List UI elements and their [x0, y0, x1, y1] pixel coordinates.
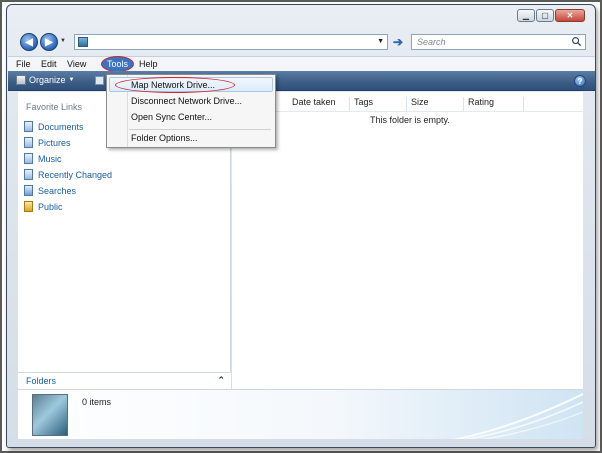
recently-changed-icon: [24, 169, 33, 180]
tools-menu-dropdown: Map Network Drive... Disconnect Network …: [106, 74, 276, 148]
favorite-public[interactable]: Public: [24, 201, 63, 212]
favorite-label: Public: [38, 201, 63, 212]
explorer-window: ▁ ▢ ✕ ◀ ▶ ▼ ▼ ➔ Search File Edit View To…: [6, 4, 596, 448]
column-date-taken[interactable]: Date taken: [288, 97, 350, 111]
maximize-button[interactable]: ▢: [536, 9, 554, 22]
go-button[interactable]: ➔: [390, 34, 406, 50]
column-size[interactable]: Size: [407, 97, 464, 111]
music-icon: [24, 153, 33, 164]
views-icon[interactable]: [95, 76, 104, 85]
favorite-label: Music: [38, 153, 62, 164]
item-count: 0 items: [82, 397, 112, 407]
menu-map-network-drive[interactable]: Map Network Drive...: [131, 80, 215, 90]
column-rating[interactable]: Rating: [464, 97, 524, 111]
decorative-swoosh: [452, 393, 583, 439]
favorite-label: Documents: [38, 121, 84, 132]
searches-icon: [24, 185, 33, 196]
documents-icon: [24, 121, 33, 132]
search-placeholder: Search: [417, 37, 446, 47]
organize-label: Organize: [29, 75, 66, 85]
menu-file[interactable]: File: [16, 59, 31, 69]
address-bar[interactable]: ▼: [74, 34, 388, 50]
search-icon[interactable]: [571, 36, 582, 47]
close-button[interactable]: ✕: [555, 9, 585, 22]
favorite-recently-changed[interactable]: Recently Changed: [24, 169, 112, 180]
command-toolbar: Organize ▼ ?: [8, 71, 595, 91]
favorite-documents[interactable]: Documents: [24, 121, 84, 132]
chevron-up-icon: ⌃: [217, 375, 225, 385]
menu-separator: [129, 129, 271, 130]
folder-thumbnail-icon: [32, 394, 68, 436]
folders-toggle[interactable]: Folders ⌃: [18, 372, 231, 389]
recent-pages-dropdown[interactable]: ▼: [60, 38, 66, 44]
minimize-icon: ▁: [522, 11, 530, 20]
favorite-label: Recently Changed: [38, 169, 113, 180]
column-tags[interactable]: Tags: [350, 97, 407, 111]
window-controls: ▁ ▢ ✕: [517, 9, 585, 22]
favorite-pictures[interactable]: Pictures: [24, 137, 71, 148]
organize-icon: [16, 75, 26, 85]
folder-location-icon: [78, 37, 88, 47]
menu-edit[interactable]: Edit: [41, 59, 57, 69]
back-button[interactable]: ◀: [20, 33, 38, 51]
search-input[interactable]: Search: [411, 34, 586, 50]
maximize-icon: ▢: [541, 11, 549, 20]
folders-label: Folders: [26, 376, 57, 386]
close-icon: ✕: [566, 11, 574, 20]
organize-button[interactable]: Organize ▼: [16, 75, 74, 85]
favorite-music[interactable]: Music: [24, 153, 62, 164]
address-dropdown-icon[interactable]: ▼: [377, 38, 384, 45]
help-icon[interactable]: ?: [574, 75, 586, 87]
forward-arrow-icon: ▶: [45, 36, 53, 48]
menu-disconnect-network-drive[interactable]: Disconnect Network Drive...: [131, 96, 242, 106]
details-pane: 0 items: [18, 389, 583, 439]
favorite-links-heading: Favorite Links: [26, 102, 83, 112]
go-arrow-icon: ➔: [392, 35, 404, 49]
favorite-label: Searches: [38, 185, 77, 196]
back-arrow-icon: ◀: [25, 36, 33, 48]
menu-tools[interactable]: Tools: [107, 59, 128, 69]
favorite-searches[interactable]: Searches: [24, 185, 76, 196]
file-list-pane: Date taken Tags Size Rating This folder …: [232, 92, 583, 389]
menu-help[interactable]: Help: [139, 59, 158, 69]
menu-view[interactable]: View: [67, 59, 86, 69]
pictures-icon: [24, 137, 33, 148]
column-header-divider: [232, 111, 583, 112]
menu-folder-options[interactable]: Folder Options...: [131, 133, 198, 143]
forward-button[interactable]: ▶: [40, 33, 58, 51]
organize-dropdown-icon: ▼: [68, 77, 75, 83]
favorite-label: Pictures: [38, 137, 71, 148]
menu-bar: File Edit View Tools Help: [8, 56, 595, 72]
menu-open-sync-center[interactable]: Open Sync Center...: [131, 112, 212, 122]
minimize-button[interactable]: ▁: [517, 9, 535, 22]
empty-folder-message: This folder is empty.: [370, 115, 450, 125]
public-folder-icon: [24, 201, 33, 212]
